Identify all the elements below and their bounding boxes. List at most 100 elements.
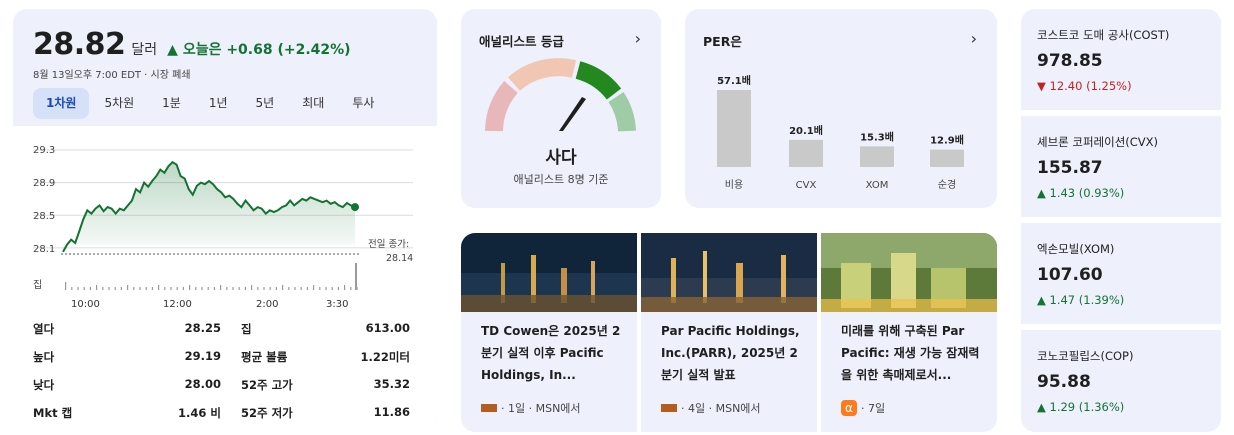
peer-name: 코스트코 도매 공사(COST) [1037,28,1170,42]
range-tabs: 1차원 5차원 1분 1년 5년 최대 투사 [33,88,389,119]
news-card[interactable]: 미래를 위해 구축된 Par Pacific: 재생 가능 잠재력을 위한 촉매… [821,233,997,432]
per-bar-chart: 57.1배비용 20.1배 CVX 15.3배 XOM 12.9배순경 [717,74,964,191]
volume-bar [275,287,277,290]
volume-bar [344,285,346,290]
news-title: Par Pacific Holdings, Inc.(PARR), 2025년 … [661,324,800,382]
stat-value: 28.25 [184,321,221,335]
volume-bar [331,287,333,290]
news-title: TD Cowen은 2025년 2분기 실적 이후 Pacific Holdin… [481,324,621,382]
price-chart[interactable]: 29.3 28.9 28.5 28.1 집 전일 종가: 28.14 10:00… [13,126,437,311]
peer-item-cop[interactable]: 코노코필립스(COP) 95.88 ▲ 1.29 (1.36%) [1021,330,1221,432]
tab-1d[interactable]: 1차원 [33,88,90,119]
volume-bar [127,285,129,290]
analyst-rating-card[interactable]: 애널리스트 등급 › 사다 애널리스트 8명 기준 [461,9,661,208]
per-bar-value: 57.1배 [717,74,751,87]
stat-label: 높다 [33,350,55,364]
volume-bar [306,287,308,290]
volume-bar [114,287,116,290]
news-title: 미래를 위해 구축된 Par Pacific: 재생 가능 잠재력을 위한 촉매… [841,324,980,382]
peer-change: ▲ 1.43 (0.93%) [1037,186,1125,200]
peer-price: 107.60 [1037,265,1103,285]
volume-bar [133,287,135,290]
volume-bar [170,287,172,290]
peer-item-cvx[interactable]: 셰브론 코퍼레이션(CVX) 155.87 ▲ 1.43 (0.93%) [1021,116,1221,217]
volume-bar [325,287,327,290]
volume-bar [65,282,67,290]
news-meta: · 1일 · MSN에서 [481,400,581,416]
stat-row: 열다 28.25 집 613.00 [33,321,417,343]
peer-name: 엑손모빌(XOM) [1037,242,1115,256]
stat-row: 높다 29.19 평균 볼륨 1.22미터 [33,349,417,371]
volume-bar [182,287,184,290]
x-tick-label: 2:00 [256,299,278,310]
volume-bar [232,287,234,290]
stat-value: 28.00 [184,377,221,391]
per-card[interactable]: PER은 › 57.1배 비용 20.1배 CVX 15.3배 XOM 12.9배 순경 [685,9,997,208]
news-meta: · 4일 · MSN에서 [661,400,761,416]
volume-bar [139,287,141,290]
stat-row: 낮다 28.00 52주 고가 35.32 [33,377,417,399]
volume-bar [151,287,153,290]
volume-bar [120,287,122,290]
volume-bar [89,287,91,290]
peer-item-xom[interactable]: 엑손모빌(XOM) 107.60 ▲ 1.47 (1.39%) [1021,223,1221,324]
tab-invest[interactable]: 투사 [339,88,387,119]
tab-max[interactable]: 최대 [289,88,337,119]
y-tick-label: 29.3 [33,145,55,156]
volume-bar [294,287,296,290]
peer-change: ▲ 1.29 (1.36%) [1037,400,1125,414]
stat-value: 613.00 [365,321,410,335]
y-tick-label: 28.5 [33,211,55,222]
gauge-segment-buy [575,61,622,100]
volume-bar [158,285,160,290]
last-price-marker [351,203,359,212]
stat-row: Mkt 캡 1.46 비 52주 저가 11.86 [33,405,417,427]
per-bar [860,146,894,167]
per-bar-label: 비용 [725,179,743,191]
per-bar-value: 20.1배 [789,124,823,137]
volume-bar [263,287,265,290]
volume-bar [71,287,73,290]
volume-bar [337,287,339,290]
volume-bar [102,287,104,290]
stats-table: 열다 28.25 집 613.00 높다 29.19 평균 볼륨 1.22미터 … [13,311,437,432]
peer-price: 978.85 [1037,51,1103,71]
per-bar-value: 12.9배 [930,134,964,147]
tab-5d[interactable]: 5차원 [91,88,147,119]
peer-item-cost[interactable]: 코스트코 도매 공사(COST) 978.85 ▼ 12.40 (1.25%) [1021,9,1221,110]
volume-bar [176,287,178,290]
news-card[interactable]: TD Cowen은 2025년 2분기 실적 이후 Pacific Holdin… [461,233,637,432]
volume-bar [226,287,228,290]
gauge-segment-sell [485,81,518,132]
y-tick-label: 28.9 [33,178,55,189]
volume-bar [195,287,197,290]
peer-name: 셰브론 코퍼레이션(CVX) [1037,135,1159,149]
volume-bar [282,285,284,290]
tab-5y[interactable]: 5년 [243,88,288,119]
volume-bar [96,285,98,290]
news-meta-text: · 1일 · MSN에서 [501,402,581,415]
stat-label: 52주 고가 [241,378,293,392]
y-tick-label: 28.1 [33,244,55,255]
prev-close-label: 전일 종가: [368,239,409,250]
volume-bar [189,285,191,290]
volume-bar [220,285,222,290]
volume-label: 집 [33,279,42,291]
volume-bar [269,287,271,290]
gauge-segment-hold [508,58,577,91]
news-card[interactable]: Par Pacific Holdings, Inc.(PARR), 2025년 … [641,233,817,432]
stat-label: 52주 저가 [241,406,293,420]
tab-1m[interactable]: 1분 [149,88,194,119]
volume-bar [77,287,79,290]
stat-label: 평균 볼륨 [241,350,288,364]
volume-bar [313,285,315,290]
tab-1y[interactable]: 1년 [196,88,241,119]
market-status: 8월 13일오후 7:00 EDT · 시장 폐쇄 [33,70,191,81]
news-thumbnail [821,233,997,312]
x-tick-label: 12:00 [163,299,192,310]
per-bar-label: XOM [866,180,889,191]
stat-value: 11.86 [373,405,410,419]
volume-bar [288,287,290,290]
volume-bar [83,287,85,290]
price-chart-svg: 29.3 28.9 28.5 28.1 집 전일 종가: 28.14 10:00… [33,145,413,310]
